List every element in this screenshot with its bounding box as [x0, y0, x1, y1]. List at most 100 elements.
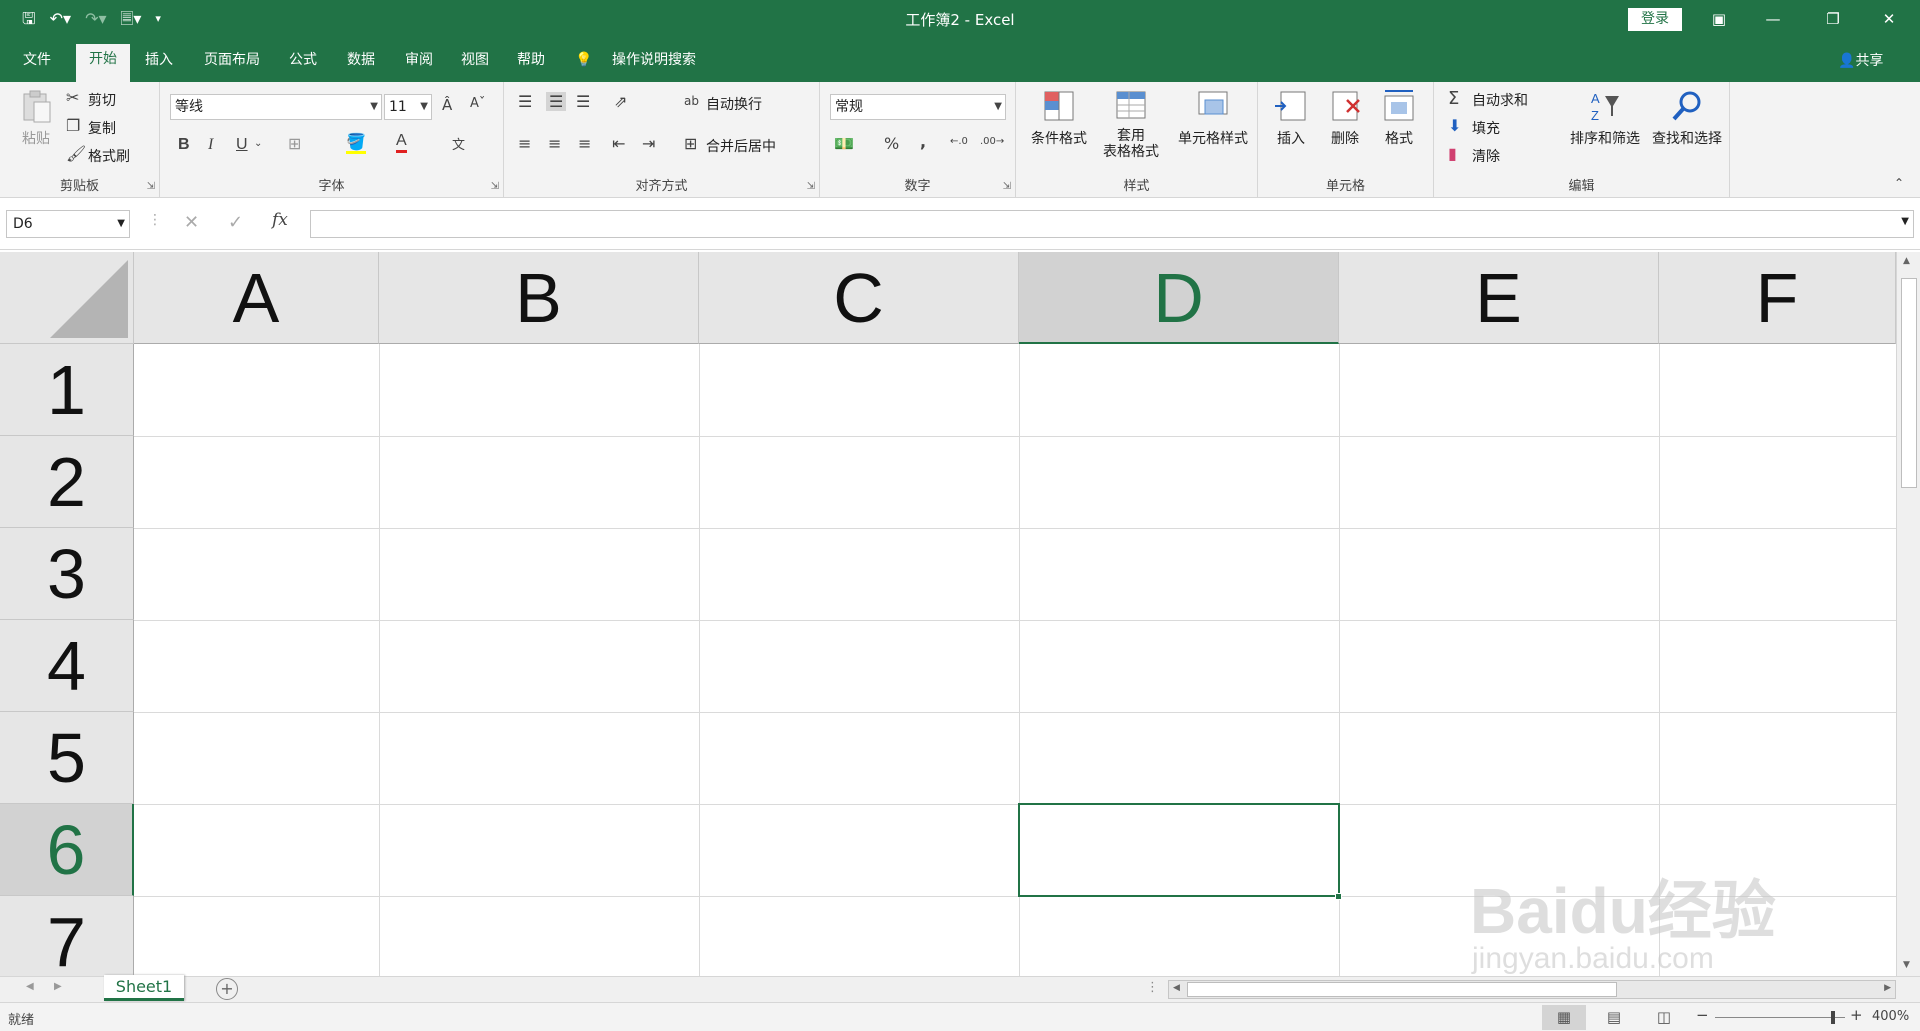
restore-icon[interactable]: ❐ — [1810, 0, 1856, 38]
align-center-icon[interactable]: ≡ — [548, 134, 561, 153]
font-color-icon[interactable]: A — [396, 132, 407, 153]
normal-view-icon[interactable]: ▦ — [1542, 1005, 1586, 1030]
dialog-launcher-icon[interactable]: ⇲ — [1003, 181, 1011, 192]
dialog-launcher-icon[interactable]: ⇲ — [807, 181, 815, 192]
scroll-left-icon[interactable]: ◀ — [1173, 983, 1180, 993]
column-header-f[interactable]: F — [1659, 252, 1896, 344]
wrap-text-button[interactable]: 自动换行 — [706, 94, 762, 114]
merge-center-button[interactable]: 合并后居中 — [706, 136, 776, 156]
splitter-dots-icon[interactable]: ⋮ — [1146, 980, 1159, 995]
zoom-level[interactable]: 400% — [1872, 1009, 1909, 1024]
row-header-4[interactable]: 4 — [0, 620, 134, 712]
tab-formulas[interactable]: 公式 — [280, 48, 326, 82]
horizontal-scroll-thumb[interactable] — [1187, 982, 1617, 997]
increase-indent-icon[interactable]: ⇥ — [642, 134, 655, 153]
increase-decimal-icon[interactable]: ←.0 — [950, 136, 968, 147]
sheet-tab-sheet1[interactable]: Sheet1 — [104, 975, 184, 1001]
font-name-combo[interactable]: 等线 ▼ — [170, 94, 382, 120]
zoom-slider-knob[interactable] — [1831, 1011, 1835, 1024]
chevron-down-icon[interactable]: ▼ — [1901, 216, 1909, 227]
decrease-decimal-icon[interactable]: .00→ — [980, 136, 1004, 147]
align-top-icon[interactable]: ☰ — [518, 92, 532, 111]
fill-color-icon[interactable]: 🪣 — [346, 132, 366, 154]
select-all-corner[interactable] — [0, 252, 134, 344]
login-button[interactable]: 登录 — [1628, 8, 1682, 31]
insert-cells-button[interactable]: 插入 — [1266, 88, 1316, 148]
ribbon-display-icon[interactable]: ▣ — [1696, 0, 1742, 38]
align-right-icon[interactable]: ≡ — [578, 134, 591, 153]
close-icon[interactable]: ✕ — [1866, 0, 1912, 38]
chevron-down-icon[interactable]: ⌄ — [254, 138, 262, 149]
tab-view[interactable]: 视图 — [452, 48, 498, 82]
font-size-combo[interactable]: 11 ▼ — [384, 94, 432, 120]
selected-cell-d6[interactable] — [1018, 803, 1340, 897]
percent-button[interactable]: % — [884, 134, 899, 153]
delete-cells-button[interactable]: 删除 — [1320, 88, 1370, 148]
row-header-6[interactable]: 6 — [0, 804, 134, 896]
tab-data[interactable]: 数据 — [338, 48, 384, 82]
paste-button[interactable]: 粘贴 — [14, 88, 58, 148]
number-format-combo[interactable]: 常规 ▼ — [830, 94, 1006, 120]
orientation-icon[interactable]: ⇗ — [614, 92, 627, 111]
zoom-slider[interactable] — [1715, 1017, 1845, 1018]
formula-input[interactable]: ▼ — [310, 210, 1914, 238]
row-header-1[interactable]: 1 — [0, 344, 134, 436]
align-left-icon[interactable]: ≡ — [518, 134, 531, 153]
zoom-in-icon[interactable]: + — [1850, 1006, 1863, 1024]
insert-function-button[interactable]: fx — [272, 210, 288, 230]
prev-sheet-icon[interactable]: ◀ — [26, 981, 34, 992]
enter-icon[interactable]: ✓ — [228, 212, 243, 233]
tab-help[interactable]: 帮助 — [508, 48, 554, 82]
vertical-scroll-thumb[interactable] — [1901, 278, 1917, 488]
row-header-7[interactable]: 7 — [0, 896, 134, 976]
collapse-ribbon-icon[interactable]: ⌃ — [1894, 176, 1904, 190]
column-header-b[interactable]: B — [379, 252, 699, 344]
tab-file[interactable]: 文件 — [14, 48, 60, 82]
page-break-view-icon[interactable]: ◫ — [1642, 1005, 1686, 1030]
dialog-launcher-icon[interactable]: ⇲ — [491, 181, 499, 192]
row-header-3[interactable]: 3 — [0, 528, 134, 620]
tell-me-search[interactable]: 操作说明搜索 — [604, 48, 704, 82]
tab-review[interactable]: 审阅 — [396, 48, 442, 82]
scroll-right-icon[interactable]: ▶ — [1884, 983, 1891, 993]
cut-button[interactable]: 剪切 — [88, 90, 116, 110]
horizontal-scrollbar[interactable]: ◀ ▶ — [1168, 980, 1896, 999]
format-cells-button[interactable]: 格式 — [1374, 88, 1424, 148]
decrease-indent-icon[interactable]: ⇤ — [612, 134, 625, 153]
tab-home[interactable]: 开始 — [76, 44, 130, 82]
cancel-icon[interactable]: ✕ — [184, 212, 199, 233]
border-icon[interactable]: ⊞ — [288, 134, 301, 153]
clear-button[interactable]: 清除 — [1472, 146, 1500, 166]
currency-icon[interactable]: 💵 — [834, 134, 854, 153]
column-header-c[interactable]: C — [699, 252, 1019, 344]
comma-button[interactable]: , — [920, 132, 926, 151]
row-header-5[interactable]: 5 — [0, 712, 134, 804]
phonetic-icon[interactable]: 文 — [452, 134, 465, 153]
conditional-format-button[interactable]: 条件格式 — [1024, 88, 1094, 148]
scroll-down-icon[interactable]: ▼ — [1903, 960, 1910, 970]
sort-filter-button[interactable]: AZ 排序和筛选 — [1564, 88, 1646, 148]
align-bottom-icon[interactable]: ☰ — [576, 92, 590, 111]
cell-styles-button[interactable]: 单元格样式 — [1172, 88, 1254, 148]
copy-button[interactable]: 复制 — [88, 118, 116, 138]
name-box[interactable]: D6 ▼ — [6, 210, 130, 238]
tab-insert[interactable]: 插入 — [136, 48, 182, 82]
share-button[interactable]: 👤共享 — [1838, 50, 1883, 70]
column-header-e[interactable]: E — [1339, 252, 1659, 344]
row-header-2[interactable]: 2 — [0, 436, 134, 528]
format-painter-button[interactable]: 格式刷 — [88, 146, 130, 166]
zoom-out-icon[interactable]: − — [1696, 1006, 1709, 1024]
increase-font-icon[interactable]: Â — [442, 96, 452, 114]
column-header-a[interactable]: A — [134, 252, 379, 344]
decrease-font-icon[interactable]: Aˇ — [470, 96, 485, 111]
tab-page-layout[interactable]: 页面布局 — [196, 48, 268, 82]
dialog-launcher-icon[interactable]: ⇲ — [147, 181, 155, 192]
add-sheet-icon[interactable]: + — [216, 978, 238, 1000]
fill-button[interactable]: 填充 — [1472, 118, 1500, 138]
align-middle-icon[interactable]: ☰ — [546, 92, 567, 111]
italic-button[interactable]: I — [208, 136, 213, 154]
format-as-table-button[interactable]: 套用 表格格式 — [1094, 88, 1168, 160]
vertical-scrollbar[interactable]: ▲ ▼ — [1896, 252, 1920, 976]
column-header-d[interactable]: D — [1019, 252, 1339, 344]
underline-button[interactable]: U — [236, 136, 248, 154]
